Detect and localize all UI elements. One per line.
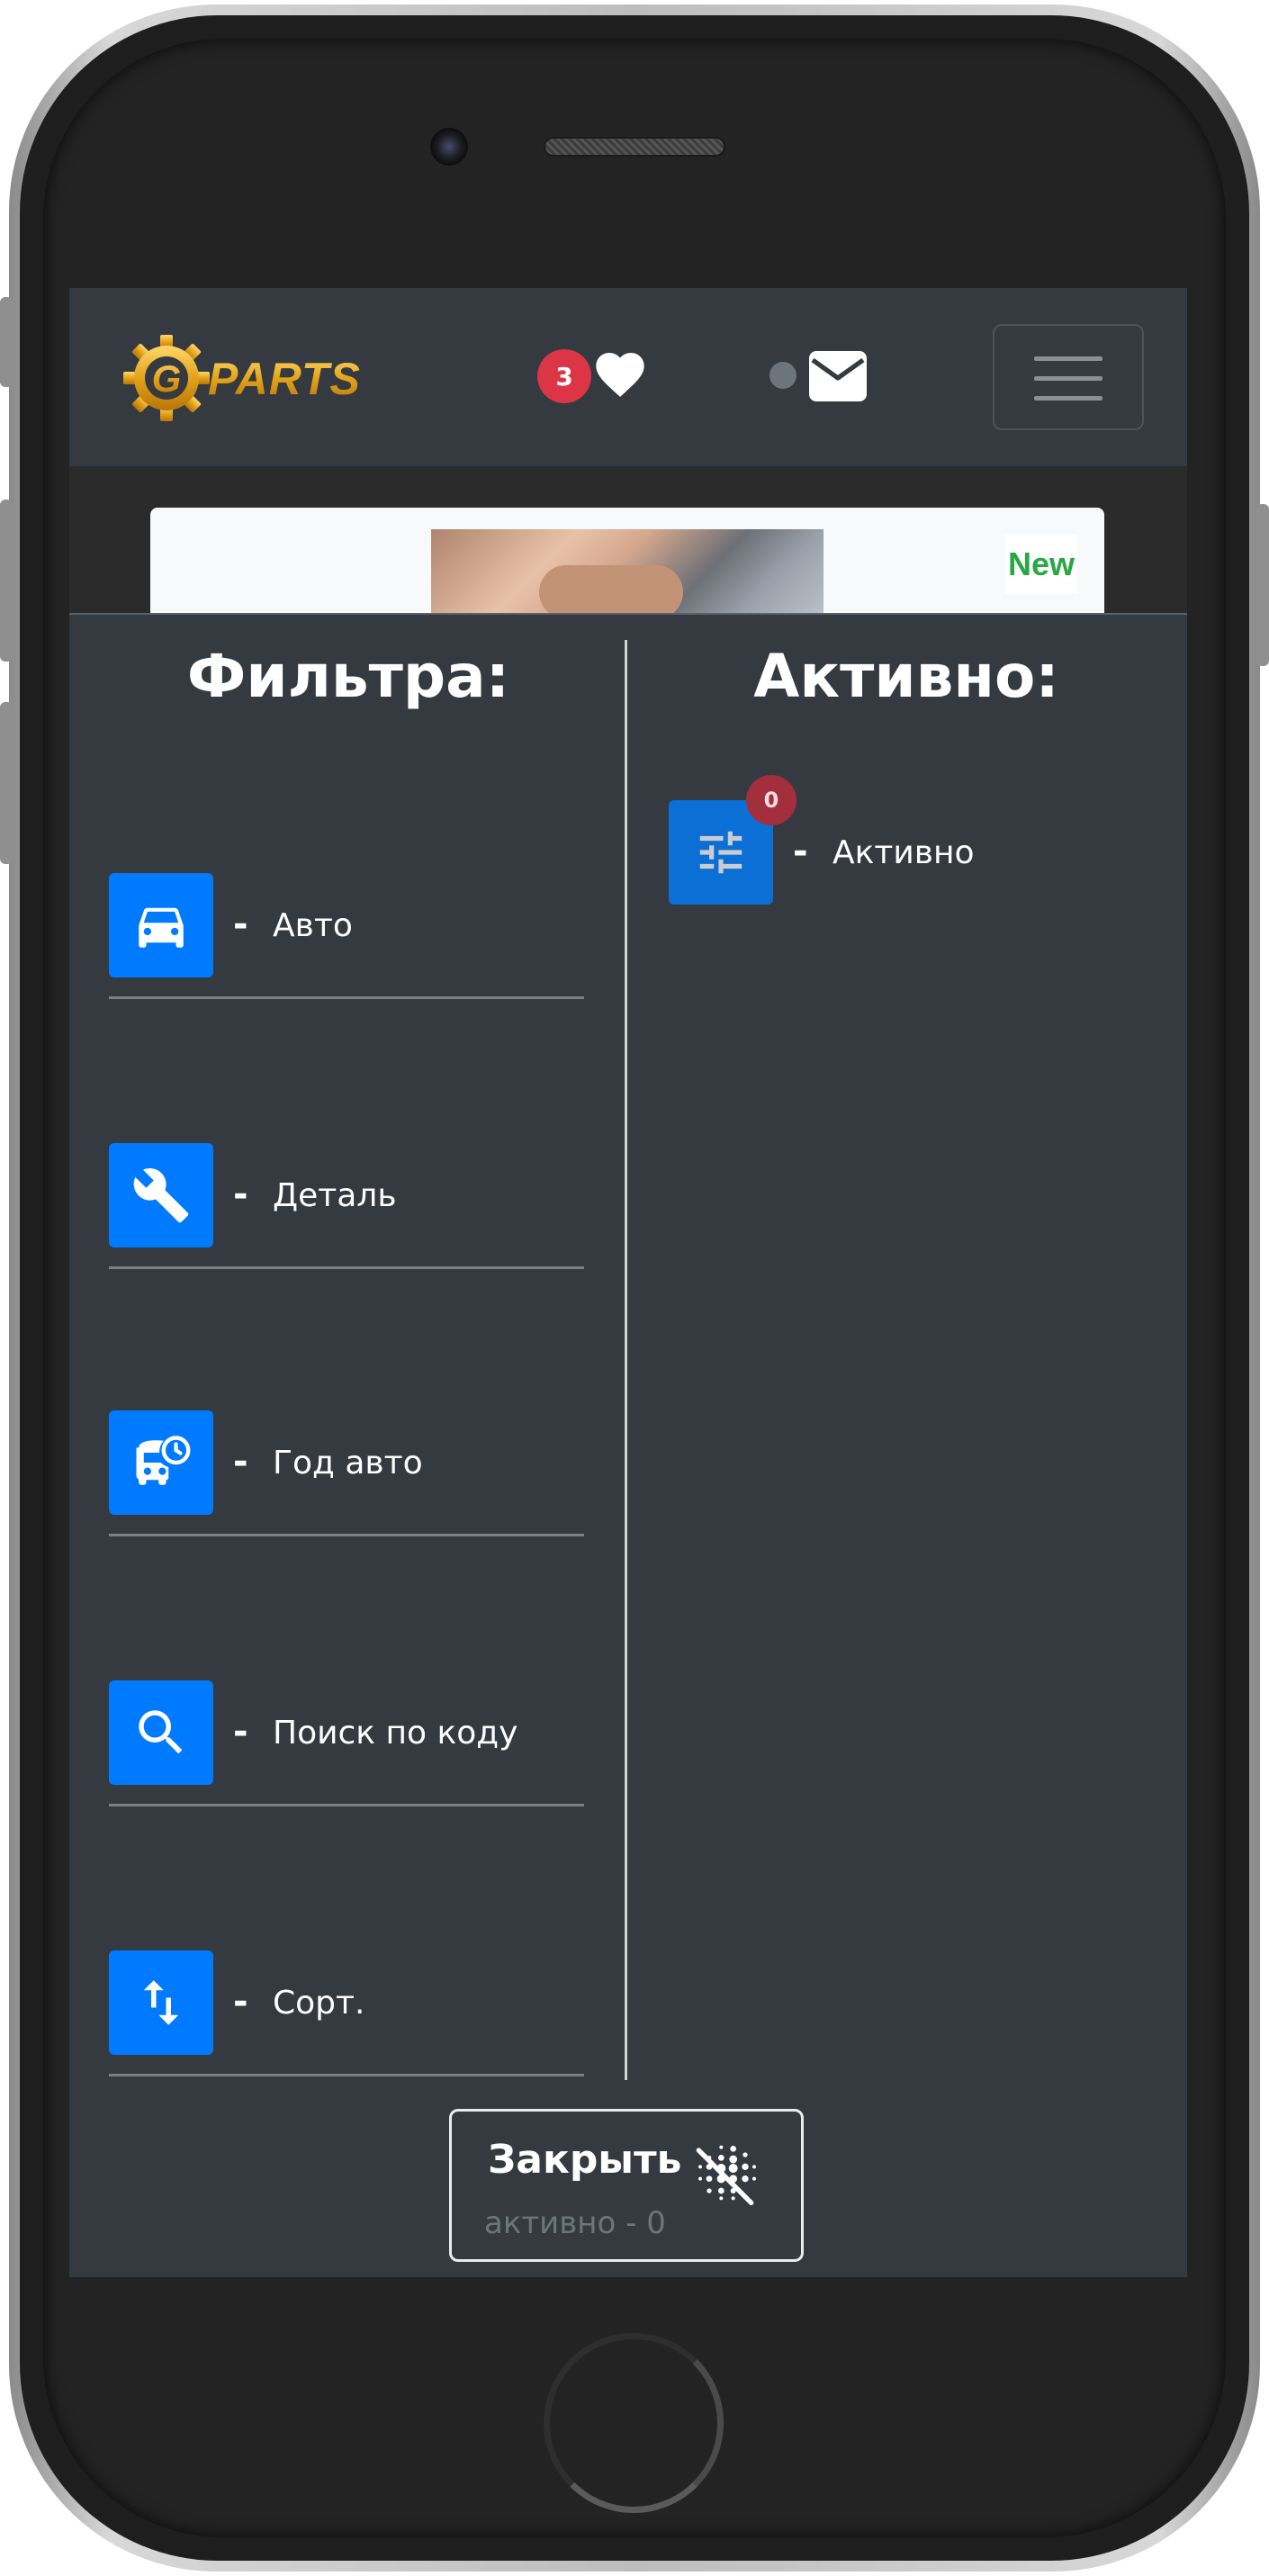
filter-label: Деталь [273,1177,397,1214]
filter-panel: Фильтра: Активно: - Авто - Деталь - Год … [69,613,1187,2277]
separator-dash: - [233,1174,248,1215]
front-camera [430,128,468,166]
separator-dash: - [793,831,808,872]
separator-dash: - [233,1981,248,2022]
phone-power-button [1256,504,1269,666]
active-filters-item[interactable]: 0 - Активно [669,775,1137,917]
active-count-text: активно - 0 [484,2205,666,2241]
bus-clock-icon [109,1410,213,1515]
filter-item-car-year[interactable]: - Год авто [109,1410,584,1536]
filter-item-code-search[interactable]: - Поиск по коду [109,1680,584,1806]
blur-off-icon [696,2145,756,2205]
filter-label: Поиск по коду [273,1715,518,1752]
phone-side-button [0,297,13,387]
filter-label: Год авто [273,1445,423,1482]
active-title: Активно: [753,642,1059,711]
filter-item-car[interactable]: - Авто [109,873,584,999]
home-button[interactable] [544,2333,724,2513]
active-label: Активно [832,834,975,871]
filter-label: Авто [273,907,353,944]
search-icon [109,1680,213,1785]
menu-icon-bar [1034,376,1102,381]
earpiece-speaker [544,137,725,157]
gparts-logo[interactable]: G PARTS [120,333,390,423]
phone-volume-up [0,500,13,662]
menu-toggle-button[interactable] [993,324,1144,430]
product-image [431,529,824,625]
separator-dash: - [233,904,248,945]
filter-item-sort[interactable]: - Сорт. [109,1950,584,2076]
svg-text:PARTS: PARTS [208,354,361,404]
menu-icon-bar [1034,356,1102,361]
menu-icon-bar [1034,396,1102,401]
heart-icon[interactable] [591,346,649,403]
car-icon [109,873,213,977]
close-label: Закрыть [488,2137,682,2183]
screen: G PARTS 3 New Фильтра: Активно: - Авто -… [69,288,1187,2277]
filter-item-part[interactable]: - Деталь [109,1143,584,1269]
favorites-count-badge: 3 [537,349,591,403]
new-badge: New [1005,535,1077,594]
active-count-badge: 0 [746,775,796,825]
close-filters-button[interactable]: Закрыть активно - 0 [449,2109,804,2262]
page-content: New [69,466,1187,625]
phone-volume-down [0,702,13,864]
column-divider [625,640,627,2080]
top-navbar: G PARTS 3 [69,288,1187,466]
product-card[interactable]: New [150,508,1104,625]
status-dot [770,362,796,389]
filter-label: Сорт. [273,1985,365,2022]
sort-icon [109,1950,213,2055]
separator-dash: - [233,1711,248,1752]
filters-title: Фильтра: [186,642,510,711]
svg-text:G: G [152,357,182,400]
separator-dash: - [233,1441,248,1482]
wrench-icon [109,1143,213,1247]
mail-icon[interactable] [809,351,867,401]
